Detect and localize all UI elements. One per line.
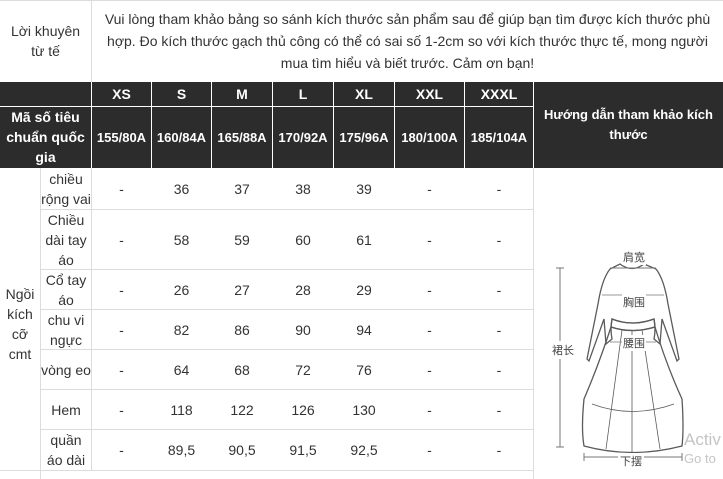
label-chest: 胸围 <box>622 294 646 310</box>
std-code-m: 165/88A <box>212 106 272 168</box>
value-cell-sleeve-length-4: 61 <box>356 231 372 248</box>
activation-watermark: Activ Go to <box>684 430 721 468</box>
row-label-hem: Hem <box>51 401 81 418</box>
size-header-s: S <box>152 82 211 106</box>
value-cell-cuff-1: 26 <box>173 281 190 298</box>
label-length: 裙长 <box>552 341 574 359</box>
value-cell-shoulder-3: 38 <box>295 180 311 197</box>
row-label-sleeve-length: Chiều dài tay áo <box>45 211 87 268</box>
row-label-cuff: Cổ tay áo <box>45 271 87 308</box>
size-header-l: L <box>273 82 333 106</box>
value-cell-waist-0: - <box>119 361 124 378</box>
size-header-xxl: XXL <box>395 82 464 106</box>
value-cell-chest-6: - <box>496 321 502 338</box>
value-cell-sleeve-length-6: - <box>496 231 502 248</box>
size-header-xs: XS <box>92 82 151 106</box>
tip-text-content: Vui lòng tham khảo bảng so sánh kích thư… <box>104 11 711 71</box>
value-cell-sleeve-length-0: - <box>119 231 124 248</box>
value-cell-length-0: - <box>119 442 124 458</box>
guide-label: Hướng dẫn tham khảo kích thước <box>534 82 723 168</box>
value-cell-hem-6: - <box>496 401 502 418</box>
group-label: Ngồi kích cỡ cmt <box>5 285 35 362</box>
std-code-xxxl: 185/104A <box>465 106 533 168</box>
value-cell-waist-1: 64 <box>173 361 190 378</box>
watermark-line-2: Go to <box>684 451 716 466</box>
value-cell-sleeve-length-2: 59 <box>234 231 250 248</box>
value-cell-chest-0: - <box>119 321 124 338</box>
label-waist: 腰围 <box>622 335 646 351</box>
row-label-length: quần áo dài <box>46 432 86 468</box>
tip-label: Lời khuyên từ tế <box>0 0 91 82</box>
value-cell-waist-5: - <box>427 361 432 378</box>
std-code-l: 170/92A <box>273 106 333 168</box>
size-header-xxxl: XXXL <box>465 82 533 106</box>
value-cell-sleeve-length-5: - <box>427 231 432 248</box>
value-cell-length-2: 90,5 <box>228 442 256 458</box>
value-cell-hem-4: 130 <box>352 401 376 418</box>
value-cell-shoulder-6: - <box>496 180 502 197</box>
value-cell-length-4: 92,5 <box>350 442 378 458</box>
row-label-shoulder: chiều rộng vai <box>41 170 91 207</box>
size-header-m: M <box>212 82 272 106</box>
value-cell-waist-3: 72 <box>295 361 311 378</box>
value-cell-waist-2: 68 <box>234 361 250 378</box>
value-cell-shoulder-2: 37 <box>234 180 250 197</box>
value-cell-length-1: 89,5 <box>167 442 196 458</box>
value-cell-shoulder-1: 36 <box>173 180 190 197</box>
value-cell-shoulder-4: 39 <box>356 180 372 197</box>
value-cell-cuff-3: 28 <box>295 281 311 298</box>
value-cell-length-5: - <box>427 442 432 458</box>
value-cell-hem-0: - <box>119 401 124 418</box>
std-code-s: 160/84A <box>152 106 211 168</box>
std-label: Mã số tiêu chuẩn quốc gia <box>0 106 91 168</box>
value-cell-chest-2: 86 <box>234 321 250 338</box>
std-code-xl: 175/96A <box>334 106 394 168</box>
value-cell-hem-3: 126 <box>291 401 315 418</box>
tip-text: Vui lòng tham khảo bảng so sánh kích thư… <box>92 0 723 82</box>
label-shoulder: 肩宽 <box>622 249 646 265</box>
value-cell-waist-4: 76 <box>356 361 372 378</box>
value-cell-cuff-5: - <box>427 281 432 298</box>
value-cell-hem-1: 118 <box>170 401 193 418</box>
value-cell-waist-6: - <box>496 361 502 378</box>
value-cell-cuff-6: - <box>496 281 502 298</box>
value-cell-hem-2: 122 <box>230 401 254 418</box>
value-cell-shoulder-5: - <box>427 180 432 197</box>
value-cell-length-6: - <box>496 442 502 458</box>
value-cell-sleeve-length-3: 60 <box>295 231 311 248</box>
tip-label-text: Lời khuyên từ tế <box>10 23 81 59</box>
value-cell-cuff-4: 29 <box>356 281 372 298</box>
row-label-waist: vòng eo <box>41 361 91 378</box>
std-code-xs: 155/80A <box>92 106 151 168</box>
size-header-xl: XL <box>334 82 394 106</box>
value-cell-chest-4: 94 <box>356 321 372 338</box>
row-label-chest: chu vi ngực <box>47 311 85 348</box>
value-cell-cuff-0: - <box>119 281 124 298</box>
watermark-line-1: Activ <box>684 430 721 449</box>
value-cell-cuff-2: 27 <box>234 281 250 298</box>
value-cell-hem-5: - <box>427 401 432 418</box>
label-hem: 下摆 <box>618 453 644 469</box>
value-cell-length-3: 91,5 <box>289 442 317 458</box>
value-cell-chest-5: - <box>427 321 432 338</box>
std-code-xxl: 180/100A <box>395 106 464 168</box>
value-cell-chest-1: 82 <box>173 321 190 338</box>
value-cell-chest-3: 90 <box>295 321 311 338</box>
value-cell-shoulder-0: - <box>119 180 124 197</box>
value-cell-sleeve-length-1: 58 <box>173 231 190 248</box>
